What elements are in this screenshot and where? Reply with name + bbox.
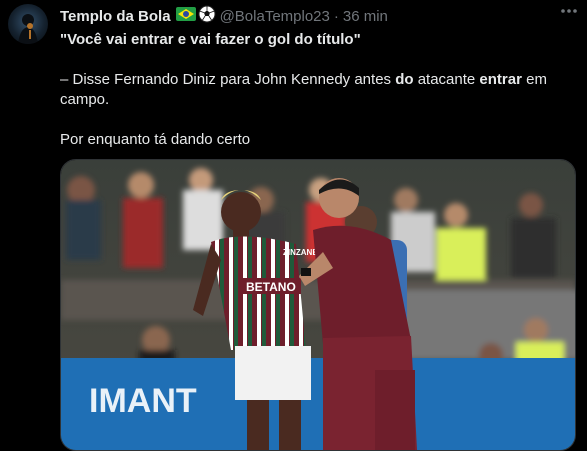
avatar-image	[18, 14, 38, 44]
more-options-icon[interactable]	[557, 4, 581, 24]
photo-players-sideline: IMANT BETANO ZINZANE	[61, 160, 575, 450]
body-line-continuation: campo.	[60, 91, 110, 108]
tweet-header: Templo da Bola @BolaTemplo23 · 36 min	[60, 5, 587, 27]
author-handle[interactable]: @BolaTemplo23	[220, 8, 330, 25]
jersey-brand-text: ZINZANE	[283, 248, 318, 257]
avatar[interactable]	[8, 4, 48, 44]
quote-line: "Você vai entrar e vai fazer o gol do tí…	[60, 31, 361, 48]
author-name[interactable]: Templo da Bola	[60, 8, 171, 25]
body-line: – Disse Fernando Diniz para John Kennedy…	[60, 71, 547, 88]
brazil-flag-icon	[175, 7, 196, 25]
ad-board-text: IMANT	[89, 382, 197, 420]
jersey-sponsor-text: BETANO	[246, 280, 296, 294]
tweet-text: "Você vai entrar e vai fazer o gol do tí…	[60, 30, 570, 150]
separator-dot: ·	[333, 7, 339, 25]
tweet-photo[interactable]: IMANT BETANO ZINZANE	[60, 159, 576, 451]
timestamp[interactable]: 36 min	[343, 8, 388, 25]
closing-line: Por enquanto tá dando certo	[60, 131, 251, 148]
soccer-ball-icon	[198, 5, 216, 27]
